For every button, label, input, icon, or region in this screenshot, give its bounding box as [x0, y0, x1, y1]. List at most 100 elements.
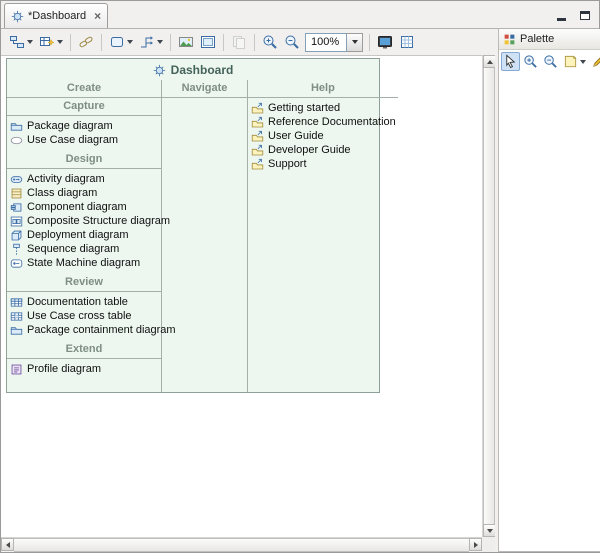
profile-diagram-icon — [10, 363, 23, 376]
arrow-down-icon — [487, 529, 493, 533]
new-diagram-icon — [9, 34, 25, 50]
snapshot-button[interactable] — [197, 31, 219, 53]
dashboard-column-help: Help Getting started Reference Documenta… — [248, 80, 398, 392]
create-item-class-diagram[interactable]: Class diagram — [7, 186, 161, 200]
copy-button[interactable] — [228, 31, 250, 53]
item-label: Getting started — [268, 102, 340, 114]
line-routing-button[interactable] — [136, 31, 166, 53]
dashboard-column-navigate: Navigate — [162, 80, 248, 392]
new-diagram-button[interactable] — [6, 31, 36, 53]
toolbar-separator — [369, 34, 370, 51]
vertical-scrollbar[interactable] — [482, 55, 495, 537]
arrow-right-icon — [474, 542, 478, 548]
grid-button[interactable] — [396, 31, 418, 53]
horizontal-scrollbar-row — [1, 537, 495, 552]
chevron-down-icon[interactable] — [580, 60, 586, 64]
create-item-state-machine-diagram[interactable]: State Machine diagram — [7, 256, 161, 270]
capture-items: Package diagram Use Case diagram — [7, 116, 161, 147]
zoom-combo-dropdown[interactable] — [347, 33, 363, 52]
draw-tool[interactable] — [589, 52, 600, 71]
chevron-down-icon[interactable] — [57, 40, 63, 44]
help-item-support[interactable]: Support — [248, 157, 398, 171]
snapshot-icon — [200, 34, 216, 50]
view-window-buttons — [553, 7, 593, 23]
palette-zoom-in-tool[interactable] — [521, 52, 540, 71]
chevron-down-icon[interactable] — [27, 40, 33, 44]
create-item-profile-diagram[interactable]: Profile diagram — [7, 362, 161, 376]
activity-diagram-icon — [10, 173, 23, 186]
create-item-sequence-diagram[interactable]: Sequence diagram — [7, 242, 161, 256]
component-diagram-icon — [10, 201, 23, 214]
arrow-up-icon — [487, 60, 493, 64]
zoom-in-icon — [262, 34, 278, 50]
chevron-down-icon[interactable] — [127, 40, 133, 44]
link-button[interactable] — [75, 31, 97, 53]
create-item-deployment-diagram[interactable]: Deployment diagram — [7, 228, 161, 242]
close-tab-icon[interactable]: × — [94, 11, 101, 21]
note-tool[interactable] — [561, 52, 588, 71]
palette-tools — [499, 50, 600, 73]
item-label: Component diagram — [27, 201, 127, 213]
grid-icon — [399, 34, 415, 50]
extend-items: Profile diagram — [7, 359, 161, 376]
help-item-user-guide[interactable]: User Guide — [248, 129, 398, 143]
shape-icon — [109, 34, 125, 50]
help-item-reference-documentation[interactable]: Reference Documentation — [248, 115, 398, 129]
editor-tab-dashboard[interactable]: *Dashboard × — [4, 3, 108, 28]
create-item-activity-diagram[interactable]: Activity diagram — [7, 172, 161, 186]
item-label: Package containment diagram — [27, 324, 176, 336]
create-item-package-diagram[interactable]: Package diagram — [7, 119, 161, 133]
dashboard-title-label: Dashboard — [171, 63, 234, 77]
chevron-down-icon[interactable] — [157, 40, 163, 44]
item-label: Sequence diagram — [27, 243, 119, 255]
minimize-view-button[interactable] — [553, 7, 569, 23]
zoom-in-button[interactable] — [259, 31, 281, 53]
vertical-scrollbar-thumb[interactable] — [483, 68, 495, 524]
capture-header: Capture — [7, 98, 161, 116]
line-routing-icon — [139, 34, 155, 50]
palette-panel: Palette ▷ — [498, 29, 600, 552]
create-item-use-case-diagram[interactable]: Use Case diagram — [7, 133, 161, 147]
dashboard-column-create: Create Capture Package diagram — [7, 80, 162, 392]
help-link-icon — [251, 158, 264, 171]
sequence-diagram-icon — [10, 243, 23, 256]
palette-title: Palette — [520, 33, 600, 45]
new-table-button[interactable] — [36, 31, 66, 53]
console-button[interactable] — [374, 31, 396, 53]
diagram-canvas[interactable]: Dashboard Create Capture Package — [1, 55, 482, 537]
palette-body[interactable] — [499, 73, 600, 551]
item-label: Support — [268, 158, 307, 170]
zoom-level-value[interactable]: 100% — [305, 33, 347, 52]
scroll-right-button[interactable] — [469, 538, 482, 551]
item-label: Activity diagram — [27, 173, 105, 185]
palette-header[interactable]: Palette ▷ — [499, 29, 600, 50]
item-label: Developer Guide — [268, 144, 351, 156]
horizontal-scrollbar[interactable] — [1, 537, 482, 552]
palette-icon — [503, 33, 516, 46]
create-item-documentation-table[interactable]: Documentation table — [7, 295, 161, 309]
zoom-out-button[interactable] — [281, 31, 303, 53]
create-item-package-containment-diagram[interactable]: Package containment diagram — [7, 323, 161, 337]
help-header: Help — [248, 80, 398, 98]
export-image-button[interactable] — [175, 31, 197, 53]
help-item-developer-guide[interactable]: Developer Guide — [248, 143, 398, 157]
maximize-view-button[interactable] — [577, 7, 593, 23]
class-diagram-icon — [10, 187, 23, 200]
shape-style-button[interactable] — [106, 31, 136, 53]
create-item-use-case-cross-table[interactable]: Use Case cross table — [7, 309, 161, 323]
toolbar-separator — [223, 34, 224, 51]
help-link-icon — [251, 116, 264, 129]
scroll-left-button[interactable] — [1, 538, 14, 551]
palette-zoom-out-tool[interactable] — [541, 52, 560, 71]
toolbar-separator — [254, 34, 255, 51]
create-item-component-diagram[interactable]: Component diagram — [7, 200, 161, 214]
zoom-level-combo[interactable]: 100% — [305, 33, 363, 52]
select-tool[interactable] — [501, 52, 520, 71]
horizontal-scrollbar-thumb[interactable] — [14, 538, 469, 552]
item-label: Composite Structure diagram — [27, 215, 170, 227]
dashboard-columns: Create Capture Package diagram — [7, 80, 379, 392]
help-item-getting-started[interactable]: Getting started — [248, 101, 398, 115]
create-item-composite-structure-diagram[interactable]: Composite Structure diagram — [7, 214, 161, 228]
diagram-toolbar: 100% — [1, 29, 495, 55]
app-window: *Dashboard × — [0, 0, 600, 553]
